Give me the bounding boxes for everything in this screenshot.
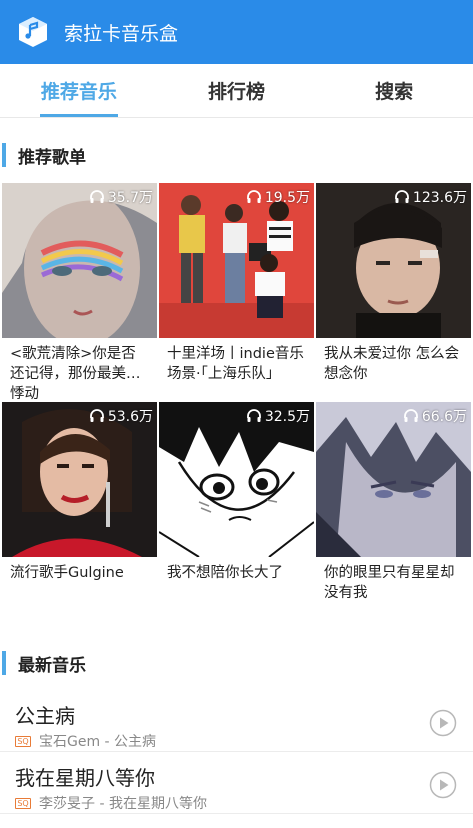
headphones-icon [246, 190, 261, 203]
playlist-grid: 35.7万 <歌荒清除>你是否还记得，那份最美的悸动 19.5万 十里洋场丨in… [2, 183, 471, 621]
section-accent-bar [2, 651, 6, 675]
play-icon[interactable] [429, 771, 457, 799]
tab-search[interactable]: 搜索 [315, 64, 473, 117]
play-icon[interactable] [429, 709, 457, 737]
play-count-badge: 66.6万 [403, 406, 467, 426]
playlist-card[interactable]: 123.6万 我从未爱过你 怎么会想念你 [316, 183, 471, 402]
playlist-card[interactable]: 35.7万 <歌荒清除>你是否还记得，那份最美的悸动 [2, 183, 157, 402]
play-count: 66.6万 [421, 409, 467, 425]
play-count-badge: 35.7万 [89, 187, 153, 207]
tab-bar: 推荐音乐 排行榜 搜索 [0, 64, 473, 118]
section-accent-bar [2, 143, 6, 167]
play-count-badge: 123.6万 [394, 187, 467, 207]
play-count-badge: 53.6万 [89, 406, 153, 426]
song-artist-album: 宝石Gem - 公主病 [39, 734, 157, 750]
play-count: 123.6万 [412, 190, 467, 206]
playlist-title[interactable]: 我不想陪你长大了 [159, 557, 314, 621]
song-artist-album: 李莎旻子 - 我在星期八等你 [39, 796, 207, 812]
headphones-icon [395, 190, 409, 203]
song-row[interactable]: 公主病 SQ 宝石Gem - 公主病 [0, 690, 473, 752]
song-name: 公主病 [15, 704, 75, 728]
recommend-section-title: 推荐歌单 [18, 147, 86, 168]
tab-charts[interactable]: 排行榜 [158, 64, 316, 117]
playlist-title[interactable]: 你的眼里只有星星却没有我 [316, 557, 471, 621]
play-count: 53.6万 [107, 409, 153, 425]
headphones-icon [89, 409, 104, 422]
playlist-card[interactable]: 53.6万 流行歌手Gulgine [2, 402, 157, 621]
song-meta: SQ 宝石Gem - 公主病 [15, 731, 156, 751]
song-name: 我在星期八等你 [15, 766, 155, 790]
song-list: 公主病 SQ 宝石Gem - 公主病 我在星期八等你 SQ 李莎旻子 - 我在星… [0, 690, 473, 814]
playlist-cover-image: 35.7万 [2, 183, 157, 338]
recommend-section-header: 推荐歌单 [0, 142, 473, 168]
play-count: 32.5万 [264, 409, 310, 425]
music-box-icon[interactable] [16, 15, 50, 49]
play-count-badge: 19.5万 [246, 187, 310, 207]
latest-section-title: 最新音乐 [18, 655, 86, 676]
headphones-icon [246, 409, 261, 422]
playlist-card[interactable]: 32.5万 我不想陪你长大了 [159, 402, 314, 621]
app-title: 索拉卡音乐盒 [64, 22, 179, 45]
playlist-cover-image: 123.6万 [316, 183, 471, 338]
song-row[interactable]: 我在星期八等你 SQ 李莎旻子 - 我在星期八等你 [0, 752, 473, 814]
tab-recommend-music[interactable]: 推荐音乐 [0, 64, 158, 117]
headphones-icon [403, 409, 418, 422]
headphones-icon [89, 190, 104, 203]
app-bar: 索拉卡音乐盒 [0, 0, 473, 64]
playlist-card[interactable]: 66.6万 你的眼里只有星星却没有我 [316, 402, 471, 621]
playlist-cover-image: 66.6万 [316, 402, 471, 557]
playlist-title[interactable]: <歌荒清除>你是否还记得，那份最美的悸动 [2, 338, 157, 402]
song-meta: SQ 李莎旻子 - 我在星期八等你 [15, 793, 207, 813]
playlist-title[interactable]: 流行歌手Gulgine [2, 557, 157, 621]
play-count-badge: 32.5万 [246, 406, 310, 426]
playlist-cover-image: 53.6万 [2, 402, 157, 557]
playlist-cover-image: 32.5万 [159, 402, 314, 557]
playlist-card[interactable]: 19.5万 十里洋场丨indie音乐场景·「上海乐队」 [159, 183, 314, 402]
play-count: 19.5万 [264, 190, 310, 206]
playlist-cover-image: 19.5万 [159, 183, 314, 338]
playlist-title[interactable]: 我从未爱过你 怎么会想念你 [316, 338, 471, 402]
sq-badge: SQ [15, 735, 31, 747]
sq-badge: SQ [15, 797, 31, 809]
latest-section-header: 最新音乐 [0, 650, 473, 676]
play-count: 35.7万 [107, 190, 153, 206]
playlist-title[interactable]: 十里洋场丨indie音乐场景·「上海乐队」 [159, 338, 314, 402]
